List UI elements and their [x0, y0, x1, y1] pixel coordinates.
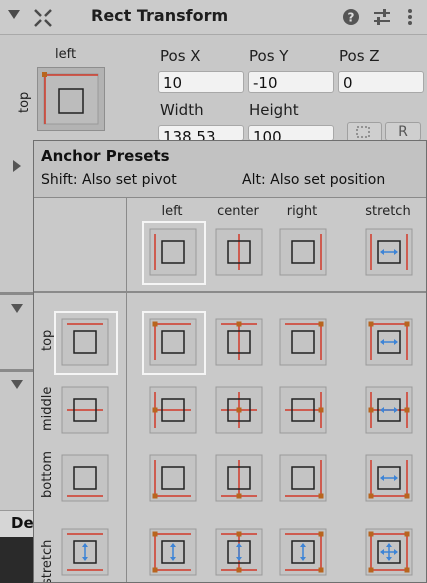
- preset-center-bottom[interactable]: [215, 454, 263, 502]
- help-icon[interactable]: ?: [341, 7, 361, 27]
- shift-hint: Shift: Also set pivot: [41, 172, 177, 188]
- preset-left-bottom[interactable]: [149, 454, 197, 502]
- preset-center-top[interactable]: [215, 318, 263, 366]
- svg-text:?: ?: [348, 11, 355, 25]
- dark-panel: [0, 537, 33, 583]
- preset-stretch-top[interactable]: [365, 318, 413, 366]
- preset-stretch-bottom[interactable]: [365, 454, 413, 502]
- pos-y-field[interactable]: -10: [248, 71, 334, 93]
- foldout-arrow-icon[interactable]: [8, 10, 20, 19]
- preset-right-none[interactable]: [279, 228, 327, 276]
- component-title: Rect Transform: [91, 6, 229, 25]
- preset-center-middle[interactable]: [215, 386, 263, 434]
- preset-right-bottom[interactable]: [279, 454, 327, 502]
- popup-title: Anchor Presets: [41, 147, 170, 165]
- pos-z-label: Pos Z: [339, 47, 380, 65]
- bottom-tab-label[interactable]: De: [11, 514, 34, 532]
- foldout-arrow-icon[interactable]: [11, 304, 23, 313]
- preset-none-stretch[interactable]: [61, 528, 109, 576]
- preset-right-stretch[interactable]: [279, 528, 327, 576]
- presets-grid: left center right stretch top middle bot…: [34, 197, 426, 582]
- anchor-vertical-label: top: [17, 91, 32, 113]
- pos-z-field[interactable]: 0: [338, 71, 424, 93]
- kebab-menu-icon[interactable]: [402, 7, 422, 27]
- foldout-arrow-icon[interactable]: [11, 380, 23, 389]
- preset-left-none[interactable]: [149, 228, 197, 276]
- divider: [0, 369, 33, 372]
- alt-hint: Alt: Also set position: [242, 172, 386, 188]
- pos-y-label: Pos Y: [249, 47, 289, 65]
- dashed-rect-icon: [356, 126, 370, 138]
- anchor-presets-popup: Anchor Presets Shift: Also set pivot Alt…: [33, 140, 427, 583]
- preset-left-stretch[interactable]: [149, 528, 197, 576]
- preset-left-top[interactable]: [149, 318, 197, 366]
- collapsed-foldout-icon[interactable]: [13, 160, 21, 172]
- anchor-preset-button[interactable]: [37, 67, 105, 131]
- preset-center-none[interactable]: [215, 228, 263, 276]
- pos-x-field[interactable]: 10: [158, 71, 244, 93]
- preset-stretch-none[interactable]: [365, 228, 413, 276]
- preset-right-middle[interactable]: [279, 386, 327, 434]
- preset-none-top[interactable]: [61, 318, 109, 366]
- preset-right-top[interactable]: [279, 318, 327, 366]
- width-label: Width: [160, 101, 204, 119]
- rect-transform-icon: [34, 9, 52, 27]
- preset-stretch-stretch[interactable]: [365, 528, 413, 576]
- pos-x-label: Pos X: [160, 47, 201, 65]
- sliders-icon[interactable]: [372, 7, 392, 27]
- preset-center-stretch[interactable]: [215, 528, 263, 576]
- anchor-horizontal-label: left: [55, 47, 77, 62]
- raw-edit-button[interactable]: R: [385, 122, 421, 141]
- component-header: Rect Transform ?: [0, 0, 427, 35]
- bottom-tab-bar: De: [0, 510, 34, 538]
- width-field[interactable]: 138.53: [158, 125, 244, 141]
- preset-left-middle[interactable]: [149, 386, 197, 434]
- height-field[interactable]: 100: [248, 125, 334, 141]
- height-label: Height: [249, 101, 299, 119]
- divider: [0, 292, 33, 295]
- preset-none-middle[interactable]: [61, 386, 109, 434]
- preset-none-bottom[interactable]: [61, 454, 109, 502]
- preset-cells: [61, 228, 413, 576]
- preset-stretch-middle[interactable]: [365, 386, 413, 434]
